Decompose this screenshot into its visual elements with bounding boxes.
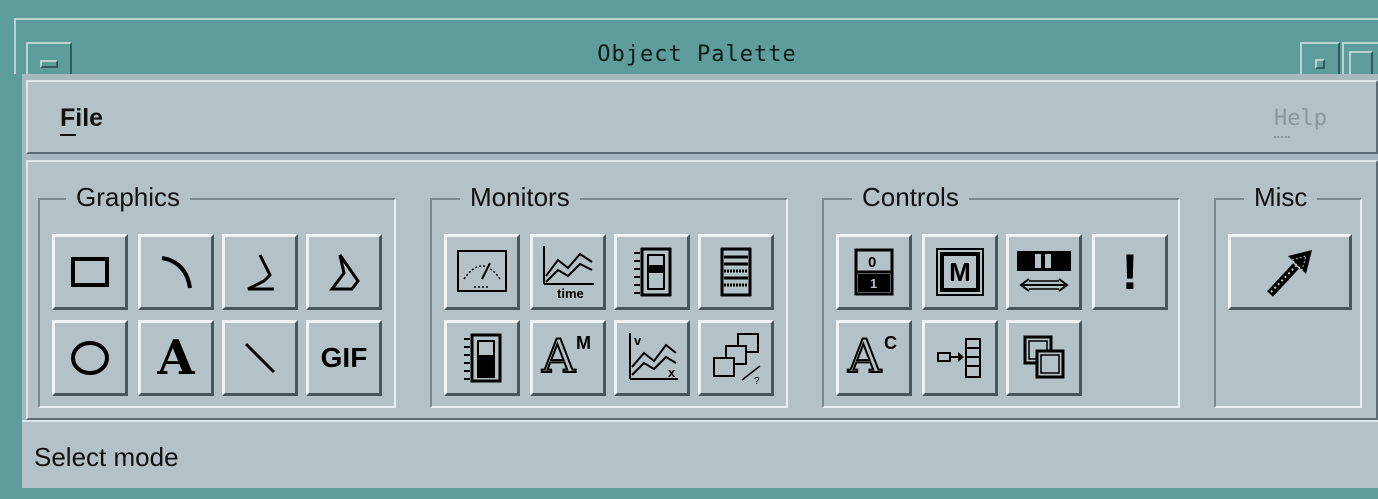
- graphics-group-label: Graphics: [66, 182, 191, 213]
- text-control-sup: C: [884, 333, 897, 353]
- alarm-icon: !: [1121, 244, 1139, 300]
- gif-label: GIF: [320, 342, 368, 373]
- xy-plot-tool-button[interactable]: v x: [614, 320, 690, 396]
- input-list-icon: [937, 338, 981, 378]
- slider-tool-button[interactable]: [1006, 234, 1082, 310]
- line-tool-button[interactable]: [222, 320, 298, 396]
- polygon-tool-button[interactable]: [306, 234, 382, 310]
- svg-text:?: ?: [754, 376, 760, 386]
- indicator-icon: [634, 247, 672, 297]
- misc-group-label: Misc: [1244, 182, 1318, 213]
- alarm-tool-button[interactable]: !: [1092, 234, 1168, 310]
- arc-tool-button[interactable]: [138, 234, 214, 310]
- menu-file[interactable]: File: [60, 104, 104, 136]
- gif-tool-button[interactable]: GIF: [306, 320, 382, 396]
- menu-button-icon: M: [936, 248, 984, 296]
- bar-gauge-tool-button[interactable]: [444, 320, 520, 396]
- text-control-icon: A C: [846, 329, 902, 383]
- arc-icon: [161, 256, 192, 289]
- xy-plot-icon: v x: [629, 333, 678, 380]
- line-icon: [244, 342, 276, 374]
- indicator-tool-button[interactable]: [614, 234, 690, 310]
- mnemonic-underline: [60, 134, 76, 136]
- menu-button-tool-button[interactable]: M: [922, 234, 998, 310]
- text-glyph: A: [157, 330, 195, 386]
- text-monitor-tool-button[interactable]: A M: [530, 320, 606, 396]
- multi-state-tool-button[interactable]: ?: [698, 320, 774, 396]
- option-menu-icon: [1023, 335, 1065, 379]
- text-monitor-letter: A: [541, 329, 576, 383]
- time-plot-icon: time: [543, 246, 594, 300]
- time-label: time: [557, 286, 584, 300]
- bar-gauge-icon: [464, 333, 502, 383]
- oval-icon: [71, 341, 109, 375]
- meter-tool-button[interactable]: [444, 234, 520, 310]
- text-control-tool-button[interactable]: A C: [836, 320, 912, 396]
- minimize-icon: [1315, 59, 1325, 69]
- window-bottom-edge: [0, 488, 1378, 499]
- toggle-button-icon: 0 1: [854, 248, 894, 296]
- mnemonic-underline: [1274, 136, 1290, 140]
- menu-help-label: Help: [1274, 106, 1327, 131]
- rectangle-tool-button[interactable]: [52, 234, 128, 310]
- xy-v-label: v: [634, 333, 642, 348]
- window-title: Object Palette: [597, 42, 797, 67]
- toggle-0-label: 0: [868, 254, 876, 271]
- slider-icon: [1017, 251, 1071, 292]
- input-list-tool-button[interactable]: [922, 320, 998, 396]
- polygon-icon: [329, 254, 360, 291]
- polyline-icon: [247, 254, 274, 291]
- text-monitor-icon: A M: [540, 329, 596, 383]
- bar-chart-tool-button[interactable]: [698, 234, 774, 310]
- rectangle-icon: [71, 257, 109, 287]
- text-tool-button[interactable]: A: [138, 320, 214, 396]
- option-menu-tool-button[interactable]: [1006, 320, 1082, 396]
- text-control-letter: A: [847, 329, 882, 383]
- select-tool-button[interactable]: [1228, 234, 1352, 310]
- oval-tool-button[interactable]: [52, 320, 128, 396]
- menu-button-letter: M: [949, 256, 971, 287]
- toggle-button-tool-button[interactable]: 0 1: [836, 234, 912, 310]
- toggle-1-label: 1: [870, 276, 877, 291]
- xy-x-label: x: [668, 365, 676, 380]
- title-bar[interactable]: Object Palette: [14, 18, 1378, 86]
- bar-chart-icon: [720, 247, 752, 297]
- controls-group-label: Controls: [852, 182, 969, 213]
- meter-icon: [457, 250, 507, 292]
- monitors-group-label: Monitors: [460, 182, 580, 213]
- menu-bar: File Help: [26, 80, 1378, 154]
- select-arrow-icon: [1267, 250, 1312, 297]
- time-plot-tool-button[interactable]: time: [530, 234, 606, 310]
- polyline-tool-button[interactable]: [222, 234, 298, 310]
- menu-file-label: File: [60, 104, 104, 132]
- multi-state-icon: ?: [713, 333, 761, 386]
- text-monitor-sup: M: [576, 333, 591, 353]
- status-bar: Select mode: [22, 420, 1378, 488]
- status-text: Select mode: [34, 442, 179, 472]
- menu-help[interactable]: Help: [1274, 106, 1327, 138]
